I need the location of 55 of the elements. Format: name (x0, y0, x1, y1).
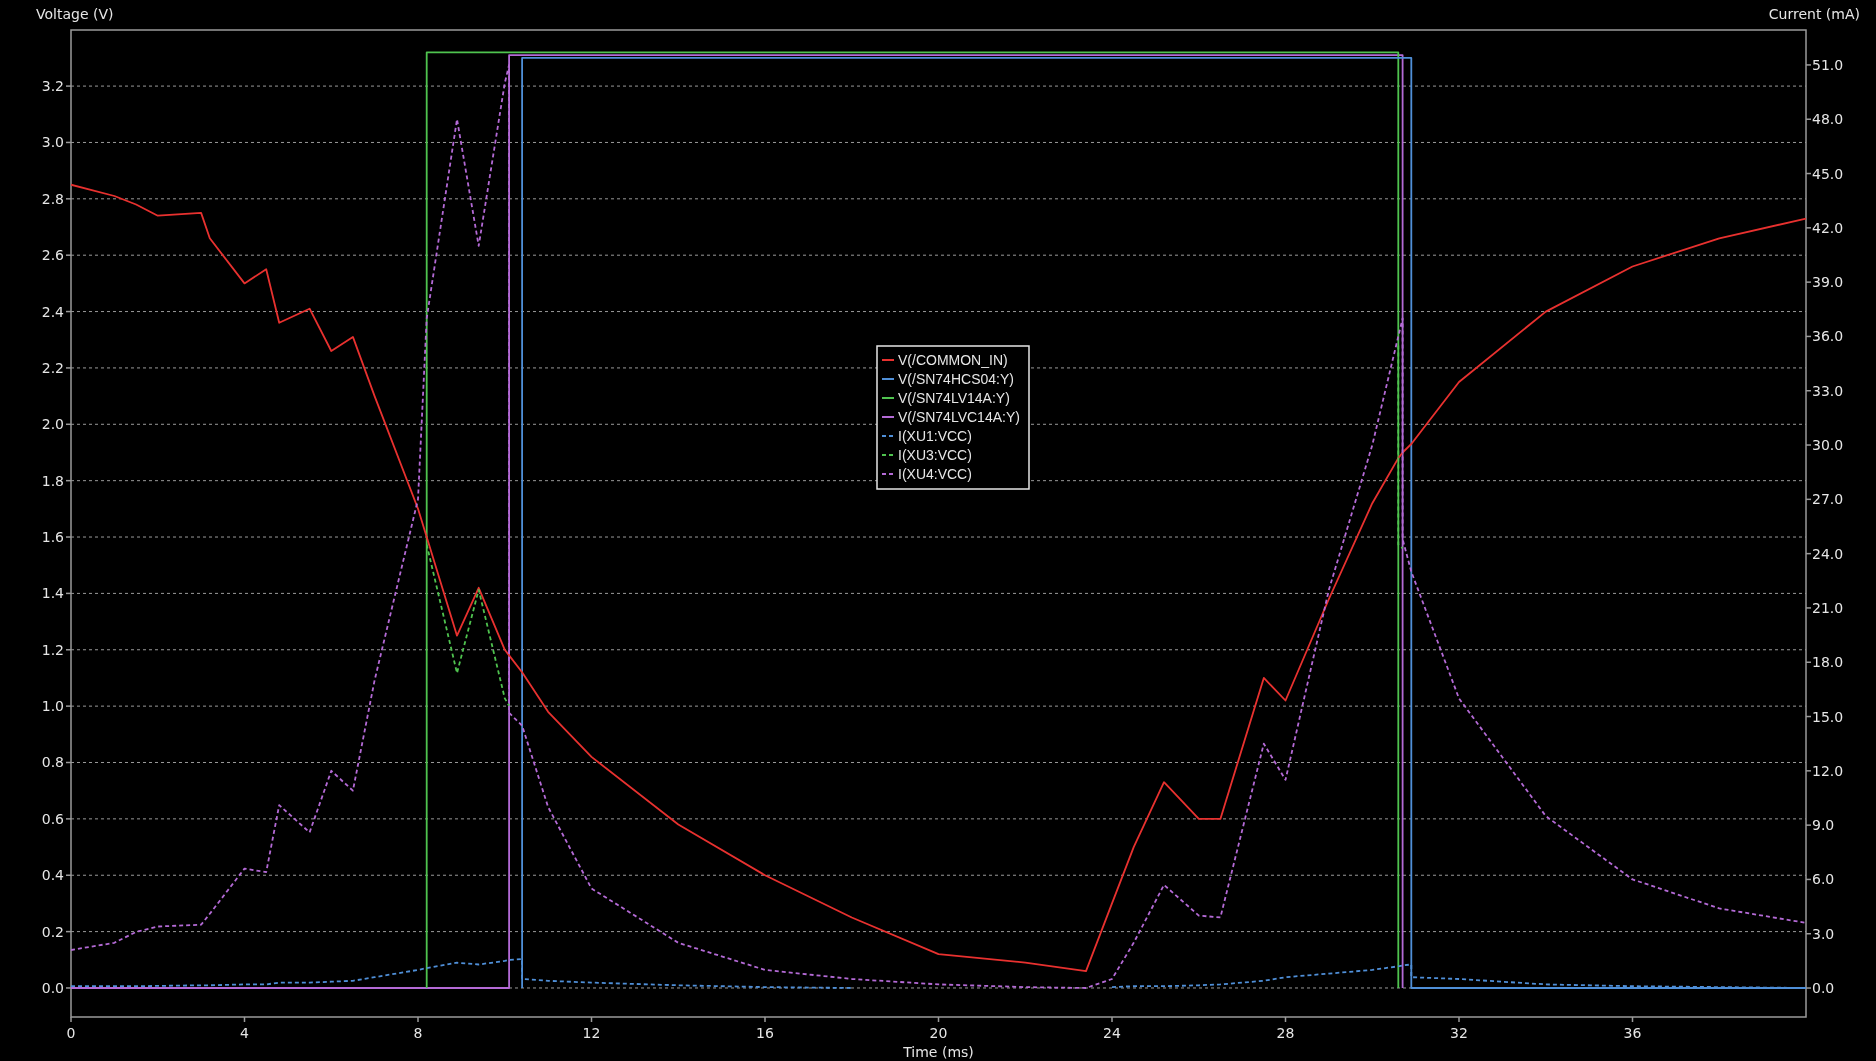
x-tick-label: 16 (756, 1025, 774, 1041)
y-tick-label: 0.2 (41, 923, 64, 940)
y-tick-label: 1.4 (41, 585, 64, 602)
y2-tick-label: 12.0 (1812, 762, 1844, 779)
y-tick-label: 1.8 (41, 472, 64, 489)
y2-tick-label: 24.0 (1812, 545, 1844, 562)
legend-label: V(/SN74HCS04:Y) (898, 371, 1014, 387)
y2-tick-label: 18.0 (1812, 654, 1844, 671)
legend-label: V(/SN74LVC14A:Y) (898, 409, 1020, 425)
y2-tick-label: 27.0 (1812, 491, 1844, 508)
x-tick-label: 4 (240, 1025, 249, 1041)
legend-label: I(XU3:VCC) (898, 447, 972, 463)
x-tick-label: 12 (582, 1025, 601, 1041)
y2-tick-label: 6.0 (1812, 871, 1835, 888)
y2-tick-label: 21.0 (1812, 599, 1844, 616)
y-tick-label: 2.4 (41, 303, 64, 320)
y-tick-label: 0.0 (41, 979, 64, 996)
y-tick-label: 1.6 (41, 529, 64, 546)
legend-label: V(/COMMON_IN) (898, 352, 1008, 368)
y2-tick-label: 48.0 (1812, 111, 1844, 128)
y2-tick-label: 42.0 (1812, 219, 1844, 236)
y2-axis-title: Current (mA) (1768, 6, 1860, 22)
y-tick-label: 0.8 (41, 754, 64, 771)
y2-tick-label: 15.0 (1812, 708, 1844, 725)
legend-label: I(XU4:VCC) (898, 466, 972, 482)
y-tick-label: 2.8 (41, 190, 64, 207)
x-tick-label: 24 (1103, 1025, 1121, 1041)
y-tick-label: 2.0 (41, 416, 64, 433)
x-tick-label: 36 (1623, 1025, 1642, 1041)
y-tick-label: 3.2 (41, 78, 64, 95)
x-axis-title: Time (ms) (903, 1044, 974, 1060)
y2-tick-label: 33.0 (1812, 382, 1844, 399)
x-tick-label: 8 (413, 1025, 423, 1041)
y2-tick-label: 9.0 (1812, 817, 1835, 834)
x-tick-label: 32 (1450, 1025, 1468, 1041)
y2-tick-label: 30.0 (1812, 437, 1844, 454)
y-tick-label: 0.4 (41, 867, 64, 884)
legend-label: I(XU1:VCC) (898, 428, 972, 444)
y2-tick-label: 3.0 (1812, 925, 1835, 942)
y2-tick-label: 36.0 (1812, 328, 1844, 345)
y-tick-label: 2.2 (41, 359, 64, 376)
x-tick-label: 20 (929, 1025, 948, 1041)
y-tick-label: 1.0 (41, 698, 64, 715)
x-tick-label: 0 (66, 1025, 76, 1041)
y2-tick-label: 45.0 (1812, 165, 1844, 182)
y2-tick-label: 51.0 (1812, 56, 1844, 73)
y-tick-label: 2.6 (41, 247, 64, 264)
y-tick-label: 1.2 (41, 641, 64, 658)
x-tick-label: 28 (1276, 1025, 1295, 1041)
y-tick-label: 0.6 (41, 810, 64, 827)
y-tick-label: 3.0 (41, 134, 64, 151)
legend-label: V(/SN74LV14A:Y) (898, 390, 1010, 406)
y-axis-title: Voltage (V) (36, 6, 114, 22)
y2-tick-label: 0.0 (1812, 980, 1835, 997)
y2-tick-label: 39.0 (1812, 274, 1844, 291)
